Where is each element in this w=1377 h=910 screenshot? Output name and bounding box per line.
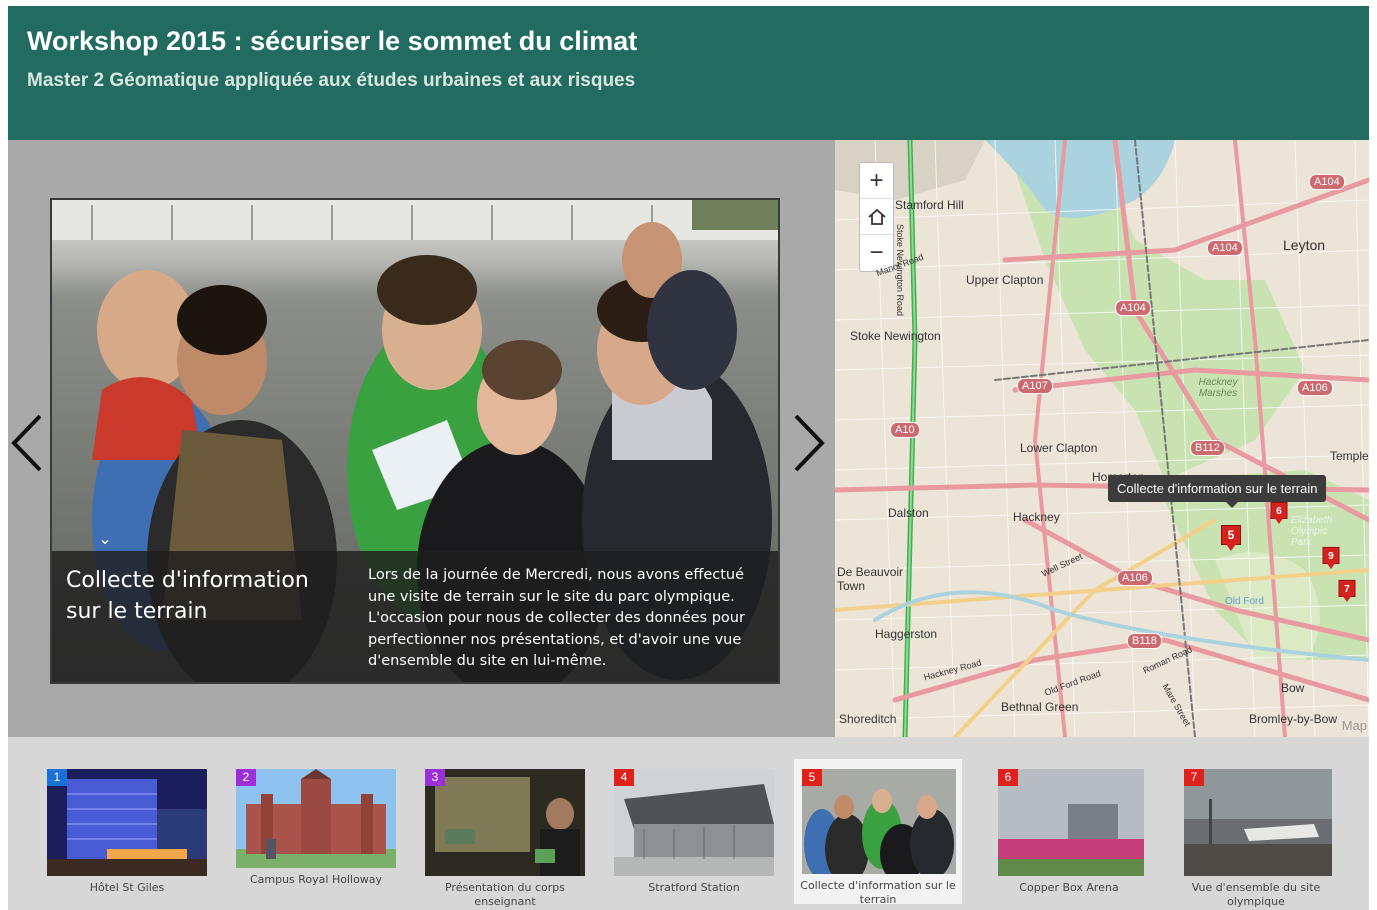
zoom-controls: + − bbox=[859, 162, 894, 272]
thumbnail-label: Vue d'ensemble du site olympique bbox=[1191, 881, 1321, 908]
thumbnail-label: Collecte d'information sur le terrain bbox=[800, 879, 956, 906]
media-stage: ⌄ Collecte d'information sur le terrain … bbox=[8, 140, 835, 737]
map-label: Stoke Newington bbox=[850, 329, 941, 343]
map-label: Leyton bbox=[1283, 237, 1326, 253]
map-label: De Beauvoir Town bbox=[837, 565, 904, 593]
thumbnail-image bbox=[236, 769, 396, 868]
road-shield: A107 bbox=[1017, 378, 1053, 394]
road-shield: A10 bbox=[890, 422, 920, 438]
thumbnail-image bbox=[614, 769, 774, 876]
thumbnail-item[interactable]: 7 Vue d'ensemble du site olympique bbox=[1180, 763, 1348, 908]
road-shield: A104 bbox=[1207, 240, 1243, 256]
zoom-in-button[interactable]: + bbox=[860, 163, 893, 199]
previous-slide-button[interactable] bbox=[8, 408, 48, 478]
map-label: Old Ford bbox=[1225, 596, 1264, 607]
slide-caption: ⌄ Collecte d'information sur le terrain … bbox=[52, 531, 778, 682]
map-marker[interactable]: 6 bbox=[1270, 501, 1288, 525]
map-label: Hackney bbox=[1013, 510, 1060, 524]
thumbnail-item-active[interactable]: 5 Collecte d'information sur le terrain bbox=[794, 759, 962, 906]
map-marker[interactable]: 9 bbox=[1322, 546, 1340, 570]
map-label: Temple bbox=[1330, 449, 1369, 463]
thumbnail-number: 1 bbox=[47, 769, 67, 786]
thumbnail-label: Stratford Station bbox=[648, 881, 740, 894]
thumbnail-number: 6 bbox=[998, 769, 1018, 786]
map-attribution: Map bbox=[1341, 718, 1367, 733]
map-label: Bow bbox=[1281, 681, 1305, 695]
page-title: Workshop 2015 : sécuriser le sommet du c… bbox=[27, 26, 638, 56]
thumbnail-image bbox=[802, 769, 956, 874]
thumbnail-strip: 1 Hôtel St Giles 2 Campus Royal Holloway… bbox=[8, 737, 1369, 910]
slide-title: Collecte d'information sur le terrain bbox=[66, 568, 309, 624]
road-shield: A104 bbox=[1309, 174, 1345, 190]
map-label: Upper Clapton bbox=[966, 273, 1044, 287]
thumbnail-number: 7 bbox=[1184, 769, 1204, 786]
road-shield: A104 bbox=[1115, 300, 1151, 316]
road-shield: A106 bbox=[1117, 570, 1153, 586]
story-map-app: Workshop 2015 : sécuriser le sommet du c… bbox=[8, 6, 1369, 910]
thumbnail-label: Hôtel St Giles bbox=[89, 881, 165, 894]
road-shield: B112 bbox=[1190, 440, 1225, 456]
map-label: Elizabeth Olympic Park bbox=[1291, 515, 1333, 548]
thumbnail-item[interactable]: 3 Présentation du corps enseignant bbox=[421, 763, 589, 908]
map-label: Haggerston bbox=[875, 627, 938, 641]
thumbnail-item[interactable]: 4 Stratford Station bbox=[610, 763, 778, 908]
slide-photo: ⌄ Collecte d'information sur le terrain … bbox=[50, 198, 780, 684]
thumbnail-number: 5 bbox=[802, 769, 822, 786]
thumbnail-number: 4 bbox=[614, 769, 634, 786]
map-label: Shoreditch bbox=[839, 712, 897, 726]
header: Workshop 2015 : sécuriser le sommet du c… bbox=[8, 6, 1369, 140]
map-tooltip: Collecte d'information sur le terrain bbox=[1108, 475, 1327, 508]
thumbnail-image bbox=[998, 769, 1144, 876]
thumbnail-number: 3 bbox=[425, 769, 445, 786]
thumbnail-item[interactable]: 2 Campus Royal Holloway bbox=[232, 763, 400, 908]
map-label: Bromley-by-Bow bbox=[1249, 712, 1338, 726]
road-shield: A106 bbox=[1297, 380, 1333, 396]
map-tiles bbox=[835, 140, 1369, 737]
map-label: Bethnal Green bbox=[1001, 700, 1079, 714]
map-marker[interactable]: 5 bbox=[1221, 525, 1241, 551]
map-marker[interactable]: 7 bbox=[1338, 579, 1356, 603]
thumbnail-item[interactable]: 6 Copper Box Arena bbox=[994, 763, 1162, 908]
map-view[interactable]: + − Stamford Hill Leyton Upper Clapton S… bbox=[835, 140, 1369, 737]
chevron-right-icon bbox=[794, 414, 825, 472]
map-label: Lower Clapton bbox=[1020, 441, 1098, 455]
home-icon bbox=[867, 208, 886, 225]
thumbnail-label: Campus Royal Holloway bbox=[249, 873, 383, 886]
map-label: Dalston bbox=[888, 506, 929, 520]
map-label: Hackney Marshes bbox=[1198, 377, 1238, 399]
next-slide-button[interactable] bbox=[788, 408, 828, 478]
thumbnail-image bbox=[1184, 769, 1332, 876]
home-button[interactable] bbox=[860, 199, 893, 235]
page-subtitle: Master 2 Géomatique appliquée aux études… bbox=[27, 70, 636, 91]
map-label: Stamford Hill bbox=[895, 198, 964, 212]
chevron-down-icon[interactable]: ⌄ bbox=[96, 531, 114, 549]
slide-description: Lors de la journée de Mercredi, nous avo… bbox=[368, 567, 745, 669]
thumbnail-image bbox=[425, 769, 585, 876]
thumbnail-label: Copper Box Arena bbox=[1019, 881, 1119, 894]
thumbnail-label: Présentation du corps enseignant bbox=[444, 881, 566, 908]
chevron-left-icon bbox=[11, 414, 42, 472]
thumbnail-image bbox=[47, 769, 207, 876]
thumbnail-number: 2 bbox=[236, 769, 256, 786]
road-shield: B118 bbox=[1127, 633, 1162, 649]
thumbnail-item[interactable]: 1 Hôtel St Giles bbox=[43, 763, 211, 908]
